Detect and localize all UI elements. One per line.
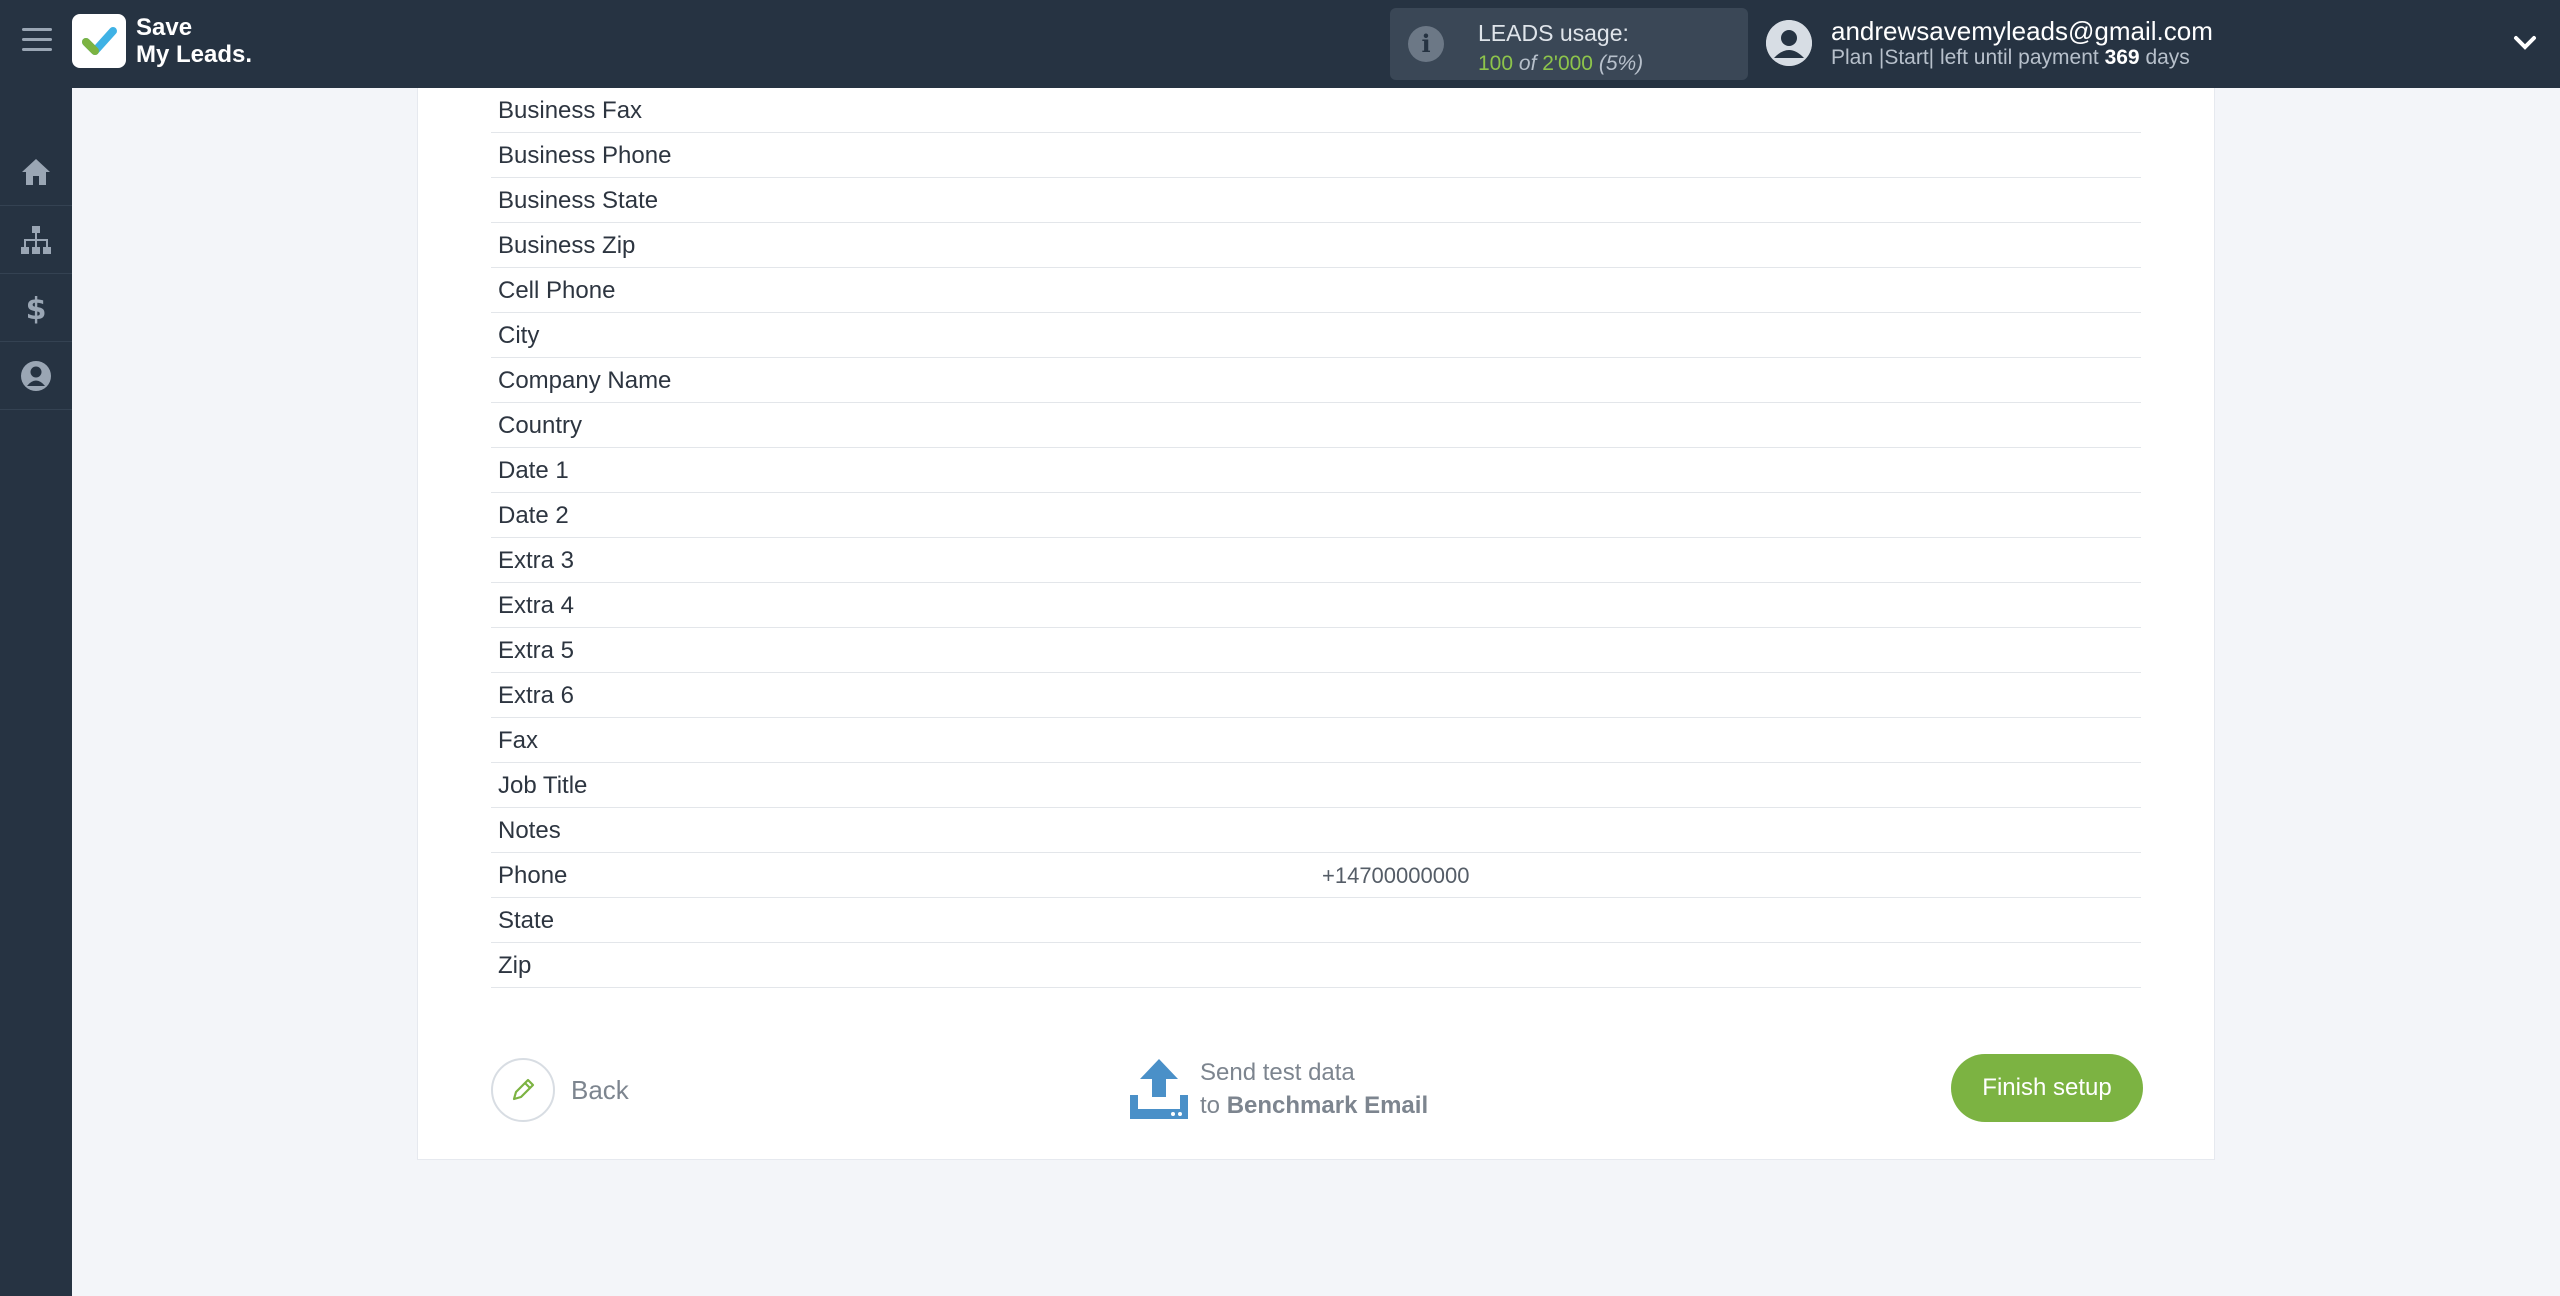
field-label: Fax (498, 727, 539, 754)
leads-usage-panel: i LEADS usage: 100 of 2'000 (5%) (1390, 8, 1748, 80)
field-label: Extra 3 (498, 547, 575, 574)
field-row: Company Name (491, 358, 2141, 403)
field-label: Date 1 (498, 457, 569, 484)
field-row: Zip (491, 943, 2141, 988)
field-label: State (498, 907, 555, 934)
field-row: Phone +14700000000 (491, 853, 2141, 898)
field-row: Notes (491, 808, 2141, 853)
field-row: Extra 6 (491, 673, 2141, 718)
field-value: +14700000000 (1322, 863, 1470, 888)
field-row: Fax (491, 718, 2141, 763)
sidebar-item-account[interactable] (0, 342, 72, 410)
field-label: Extra 5 (498, 637, 575, 664)
dollar-icon: $ (26, 292, 47, 325)
field-list: Business Fax Business Phone Business State… (491, 88, 2141, 988)
field-label: Date 2 (498, 502, 569, 529)
field-label: Business Zip (498, 232, 636, 259)
sidebar-item-connections[interactable] (0, 206, 72, 274)
field-label: Country (498, 412, 583, 439)
sidebar: $ (0, 88, 72, 1296)
field-row: Business State (491, 178, 2141, 223)
user-icon (21, 360, 51, 391)
field-row: Business Zip (491, 223, 2141, 268)
chevron-down-icon[interactable] (2510, 28, 2540, 58)
finish-setup-button[interactable]: Finish setup (1951, 1054, 2143, 1122)
field-label: Business Fax (498, 97, 643, 124)
field-label: Business State (498, 187, 659, 214)
field-row: Extra 4 (491, 583, 2141, 628)
field-label: Business Phone (498, 142, 672, 169)
field-row: Business Fax (491, 88, 2141, 133)
sidebar-item-home[interactable] (0, 138, 72, 206)
sidebar-item-billing[interactable]: $ (0, 274, 72, 342)
usage-title: LEADS usage: (1478, 20, 1629, 46)
account-email[interactable]: andrewsavemyleads@gmail.com (1831, 16, 2213, 47)
pencil-icon (491, 1058, 555, 1122)
field-row: Business Phone (491, 133, 2141, 178)
field-row: Date 1 (491, 448, 2141, 493)
usage-counter: 100 of 2'000 (5%) (1478, 52, 1644, 75)
send-test-data-button[interactable]: Send test data to Benchmark Email (1128, 1053, 1428, 1125)
upload-icon (1130, 1059, 1188, 1119)
field-row: State (491, 898, 2141, 943)
field-row: Date 2 (491, 493, 2141, 538)
field-row: Job Title (491, 763, 2141, 808)
field-label: Phone (498, 862, 568, 889)
field-label: City (498, 322, 540, 349)
back-label: Back (571, 1074, 629, 1105)
info-icon: i (1408, 26, 1444, 62)
send-test-data-label: Send test data to Benchmark Email (1200, 1059, 1429, 1119)
brand-name: Save My Leads. (136, 14, 253, 68)
field-row: Extra 5 (491, 628, 2141, 673)
field-mapping-card: Business Fax Business Phone Business State… (417, 88, 2215, 1160)
home-icon (22, 158, 50, 185)
field-label: Company Name (498, 367, 672, 394)
menu-icon[interactable] (22, 28, 52, 58)
field-row: City (491, 313, 2141, 358)
avatar-icon[interactable] (1766, 20, 1812, 66)
field-row: Extra 3 (491, 538, 2141, 583)
field-label: Extra 4 (498, 592, 575, 619)
svg-text:$: $ (26, 292, 47, 325)
sitemap-icon (21, 225, 51, 254)
field-label: Notes (498, 817, 561, 844)
field-label: Extra 6 (498, 682, 575, 709)
back-button[interactable]: Back (491, 1058, 629, 1122)
field-row: Cell Phone (491, 268, 2141, 313)
field-label: Cell Phone (498, 277, 616, 304)
field-label: Zip (498, 952, 532, 979)
logo-icon[interactable] (72, 14, 126, 68)
field-label: Job Title (498, 772, 588, 799)
top-bar: Save My Leads. i LEADS usage: 100 of 2'0… (0, 0, 2560, 88)
plan-status: Plan |Start| left until payment 369 days (1831, 46, 2190, 69)
field-row: Country (491, 403, 2141, 448)
